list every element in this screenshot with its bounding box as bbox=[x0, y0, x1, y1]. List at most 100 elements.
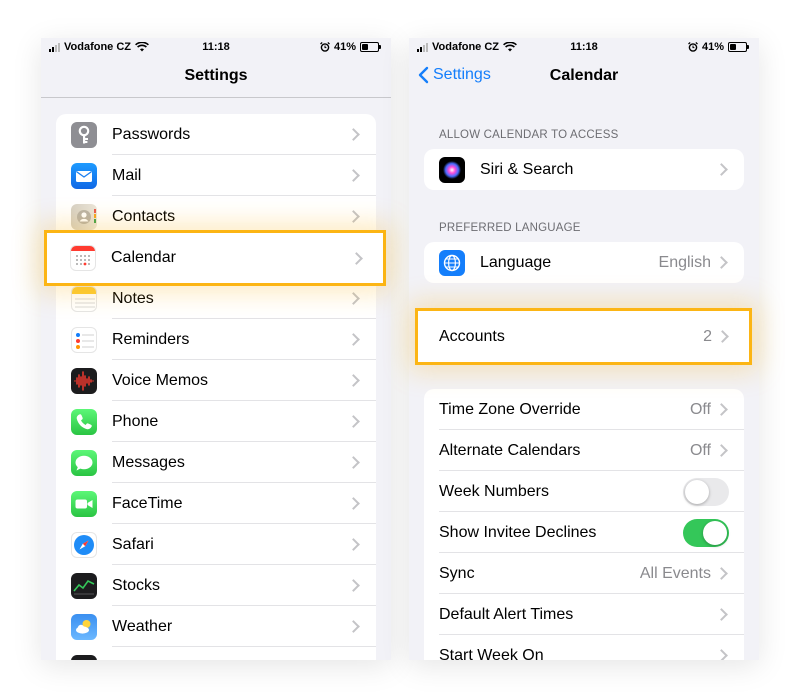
battery-percent: 41% bbox=[333, 41, 356, 53]
week-numbers-toggle[interactable] bbox=[683, 477, 729, 506]
chevron-right-icon bbox=[715, 444, 728, 457]
default-alert-times-item[interactable]: Default Alert Times bbox=[424, 594, 744, 635]
settings-item-label: Reminders bbox=[112, 330, 190, 348]
app-icon bbox=[71, 654, 97, 660]
setting-label: Alternate Calendars bbox=[439, 441, 581, 459]
setting-label: Default Alert Times bbox=[439, 605, 574, 623]
status-right: 41% bbox=[320, 41, 381, 53]
language-item[interactable]: Language English bbox=[424, 242, 744, 283]
calendar-options-group: Time Zone Override Off Alternate Calenda… bbox=[424, 389, 744, 660]
settings-item-label: Messages bbox=[112, 453, 185, 471]
settings-item-mail[interactable]: Mail bbox=[56, 155, 376, 196]
settings-item-safari[interactable]: Safari bbox=[56, 524, 376, 565]
globe-icon bbox=[439, 249, 465, 276]
siri-icon bbox=[439, 156, 465, 183]
chevron-right-icon bbox=[347, 292, 360, 305]
chevron-right-icon bbox=[347, 579, 360, 592]
accounts-item[interactable]: Accounts 2 bbox=[418, 311, 749, 362]
settings-item-label: Phone bbox=[112, 412, 159, 430]
setting-label: Show Invitee Declines bbox=[439, 523, 597, 541]
chevron-right-icon bbox=[347, 497, 360, 510]
chevron-right-icon bbox=[350, 251, 363, 265]
chevron-right-icon bbox=[715, 163, 728, 176]
settings-item-label: Calendar bbox=[111, 249, 176, 266]
show-invitee-declines-toggle[interactable] bbox=[683, 518, 729, 547]
setting-label: Start Week On bbox=[439, 646, 544, 661]
battery-icon bbox=[728, 42, 749, 52]
settings-item-calendar[interactable]: Calendar bbox=[47, 233, 383, 283]
sync-item[interactable]: Sync All Events bbox=[424, 553, 744, 594]
phone-icon bbox=[71, 408, 97, 435]
show-invitee-declines-item: Show Invitee Declines bbox=[424, 512, 744, 553]
settings-item-label: Notes bbox=[112, 289, 154, 307]
chevron-right-icon bbox=[347, 128, 360, 141]
language-label: Language bbox=[480, 253, 552, 271]
chevron-right-icon bbox=[715, 567, 728, 580]
chevron-right-icon bbox=[716, 330, 729, 343]
mail-icon bbox=[71, 162, 97, 189]
reminders-icon bbox=[71, 326, 97, 353]
language-group: Language English bbox=[424, 242, 744, 283]
time-zone-override-item[interactable]: Time Zone Override Off bbox=[424, 389, 744, 430]
chevron-right-icon bbox=[347, 169, 360, 182]
notes-icon bbox=[71, 285, 97, 312]
accounts-label: Accounts bbox=[439, 327, 505, 345]
setting-label: Time Zone Override bbox=[439, 400, 581, 418]
chevron-right-icon bbox=[715, 608, 728, 621]
settings-item-label: Safari bbox=[112, 535, 154, 553]
alarm-icon bbox=[320, 42, 330, 52]
chevron-right-icon bbox=[715, 403, 728, 416]
calendar-icon bbox=[70, 245, 96, 271]
siri-search-item[interactable]: Siri & Search bbox=[424, 149, 744, 190]
alternate-calendars-item[interactable]: Alternate Calendars Off bbox=[424, 430, 744, 471]
chevron-right-icon bbox=[347, 210, 360, 223]
chevron-right-icon bbox=[347, 456, 360, 469]
setting-label: Sync bbox=[439, 564, 475, 582]
settings-item-label: Stocks bbox=[112, 576, 161, 594]
nav-divider bbox=[41, 97, 391, 98]
setting-label: Week Numbers bbox=[439, 482, 549, 500]
key-icon bbox=[71, 121, 97, 148]
chevron-right-icon bbox=[347, 374, 360, 387]
settings-item-voice-memos[interactable]: Voice Memos bbox=[56, 360, 376, 401]
section-header-language: PREFERRED LANGUAGE bbox=[439, 222, 581, 234]
settings-item-label: Weather bbox=[112, 617, 173, 635]
status-bar: Vodafone CZ 11:18 41% bbox=[41, 38, 391, 58]
battery-icon bbox=[360, 42, 381, 52]
setting-value: All Events bbox=[639, 564, 711, 582]
settings-item-stocks[interactable]: Stocks bbox=[56, 565, 376, 606]
chevron-right-icon bbox=[347, 333, 360, 346]
status-bar: Vodafone CZ 11:18 41% bbox=[409, 38, 759, 58]
facetime-icon bbox=[71, 490, 97, 517]
weather-icon bbox=[71, 613, 97, 640]
settings-item-messages[interactable]: Messages bbox=[56, 442, 376, 483]
voice-memos-icon bbox=[71, 367, 97, 394]
start-week-on-item[interactable]: Start Week On bbox=[424, 635, 744, 660]
alarm-icon bbox=[688, 42, 698, 52]
language-value: English bbox=[658, 253, 711, 271]
settings-item-label: Contacts bbox=[112, 207, 176, 225]
settings-item-partial bbox=[56, 647, 376, 660]
settings-item-passwords[interactable]: Passwords bbox=[56, 114, 376, 155]
setting-value: Off bbox=[689, 441, 711, 459]
settings-item-phone[interactable]: Phone bbox=[56, 401, 376, 442]
settings-item-label: Passwords bbox=[112, 125, 191, 143]
settings-item-weather[interactable]: Weather bbox=[56, 606, 376, 647]
settings-list: Passwords Mail Contacts Notes Reminders … bbox=[56, 114, 376, 660]
settings-item-reminders[interactable]: Reminders bbox=[56, 319, 376, 360]
chevron-right-icon bbox=[347, 415, 360, 428]
status-right: 41% bbox=[688, 41, 749, 53]
highlight-accounts: Accounts 2 bbox=[415, 308, 752, 365]
safari-icon bbox=[71, 531, 97, 558]
settings-screen: Vodafone CZ 11:18 41% Settings Passwords… bbox=[41, 38, 391, 660]
highlight-calendar: Calendar bbox=[44, 230, 386, 286]
chevron-right-icon bbox=[347, 620, 360, 633]
chevron-right-icon bbox=[715, 256, 728, 269]
access-group: Siri & Search bbox=[424, 149, 744, 190]
setting-value: Off bbox=[689, 400, 711, 418]
page-title: Settings bbox=[184, 67, 248, 84]
page-title: Calendar bbox=[549, 67, 619, 84]
settings-item-label: Voice Memos bbox=[112, 371, 209, 389]
contacts-icon bbox=[71, 203, 97, 230]
settings-item-facetime[interactable]: FaceTime bbox=[56, 483, 376, 524]
